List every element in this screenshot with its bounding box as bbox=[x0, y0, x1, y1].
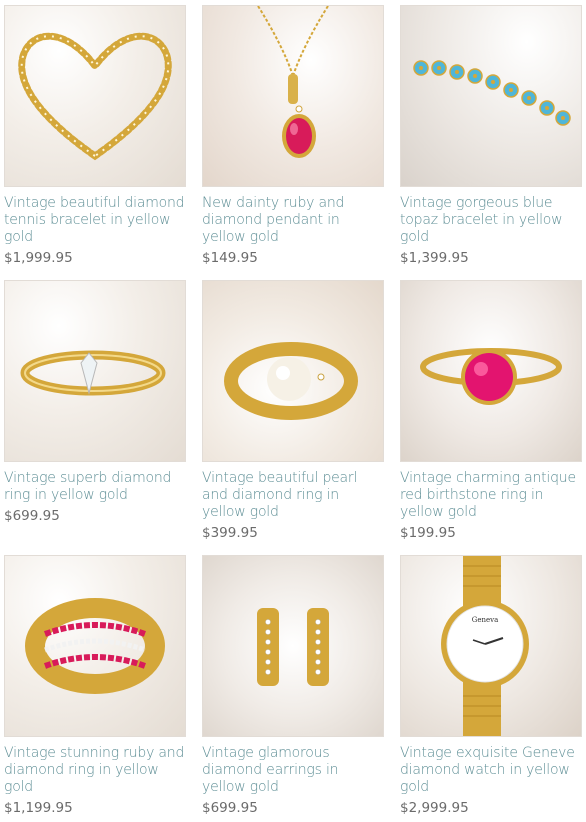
product-price: $1,999.95 bbox=[4, 250, 73, 266]
ruby-pendant-icon bbox=[257, 6, 329, 158]
ruby-band-icon bbox=[25, 598, 165, 694]
product-image[interactable] bbox=[202, 555, 384, 737]
product-card[interactable]: Vintage glamorous diamond earrings in ye… bbox=[202, 555, 384, 816]
topaz-bracelet-icon bbox=[413, 60, 571, 126]
heart-bracelet-icon bbox=[18, 32, 172, 161]
product-card[interactable]: Vintage superb diamond ring in yellow go… bbox=[4, 280, 186, 524]
product-image[interactable]: Geneva bbox=[400, 555, 582, 737]
product-price: $199.95 bbox=[400, 525, 456, 541]
product-card[interactable]: Vintage gorgeous blue topaz bracelet in … bbox=[400, 5, 582, 266]
product-price: $699.95 bbox=[202, 800, 258, 816]
product-price: $699.95 bbox=[4, 508, 60, 524]
product-price: $1,199.95 bbox=[4, 800, 73, 816]
pearl-ring-icon bbox=[224, 342, 358, 420]
product-card[interactable]: Vintage charming antique red birthstone … bbox=[400, 280, 582, 541]
watch-icon: Geneva bbox=[441, 556, 529, 736]
product-image[interactable] bbox=[400, 280, 582, 462]
product-image[interactable] bbox=[400, 5, 582, 187]
product-image[interactable] bbox=[4, 5, 186, 187]
earrings-icon bbox=[257, 608, 329, 686]
red-ring-icon bbox=[420, 348, 562, 405]
watch-brand-label: Geneva bbox=[472, 616, 499, 624]
product-card[interactable]: Geneva Vintage exquisite Geneve diamond … bbox=[400, 555, 582, 816]
product-title[interactable]: Vintage beautiful pearl and diamond ring… bbox=[202, 470, 384, 521]
product-price: $1,399.95 bbox=[400, 250, 469, 266]
product-price: $149.95 bbox=[202, 250, 258, 266]
product-card[interactable]: Vintage beautiful pearl and diamond ring… bbox=[202, 280, 384, 541]
product-title[interactable]: Vintage stunning ruby and diamond ring i… bbox=[4, 745, 186, 796]
product-card[interactable]: Vintage beautiful diamond tennis bracele… bbox=[4, 5, 186, 266]
product-title[interactable]: Vintage gorgeous blue topaz bracelet in … bbox=[400, 195, 582, 246]
product-title[interactable]: Vintage exquisite Geneve diamond watch i… bbox=[400, 745, 582, 796]
product-image[interactable] bbox=[4, 555, 186, 737]
diamond-ring-icon bbox=[20, 350, 166, 396]
product-image[interactable] bbox=[202, 280, 384, 462]
product-price: $2,999.95 bbox=[400, 800, 469, 816]
product-title[interactable]: Vintage beautiful diamond tennis bracele… bbox=[4, 195, 186, 246]
product-title[interactable]: Vintage superb diamond ring in yellow go… bbox=[4, 470, 186, 504]
product-price: $399.95 bbox=[202, 525, 258, 541]
product-title[interactable]: Vintage charming antique red birthstone … bbox=[400, 470, 582, 521]
product-image[interactable] bbox=[4, 280, 186, 462]
product-card[interactable]: New dainty ruby and diamond pendant in y… bbox=[202, 5, 384, 266]
product-card[interactable]: Vintage stunning ruby and diamond ring i… bbox=[4, 555, 186, 816]
product-title[interactable]: Vintage glamorous diamond earrings in ye… bbox=[202, 745, 384, 796]
product-grid: Vintage beautiful diamond tennis bracele… bbox=[0, 0, 586, 822]
product-title[interactable]: New dainty ruby and diamond pendant in y… bbox=[202, 195, 384, 246]
product-image[interactable] bbox=[202, 5, 384, 187]
